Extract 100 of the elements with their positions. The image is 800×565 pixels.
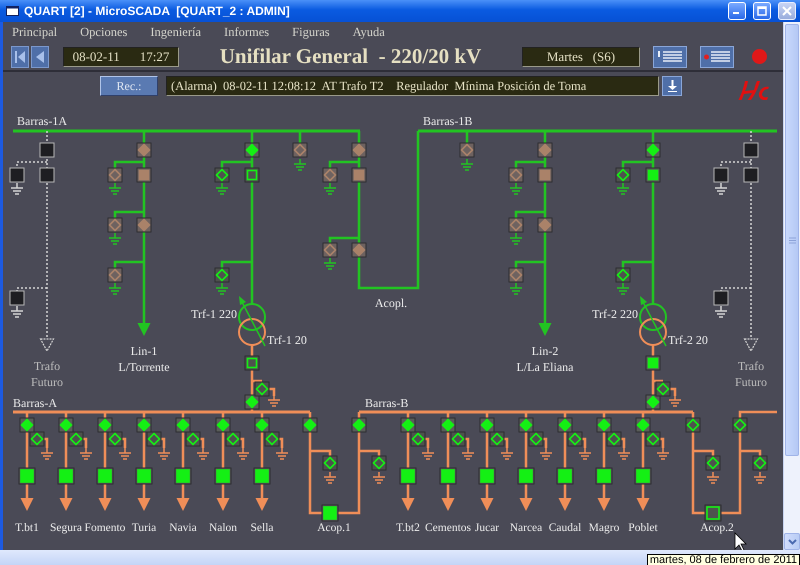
disconnector-icon[interactable] [352, 142, 366, 158]
disconnector-icon[interactable] [352, 242, 366, 258]
disconnector-icon[interactable] [538, 142, 552, 158]
disconnector-icon[interactable] [646, 432, 660, 446]
disconnector-icon[interactable] [136, 142, 152, 158]
breaker-icon[interactable] [744, 168, 758, 182]
disconnector-icon[interactable] [186, 432, 200, 446]
disconnector-icon[interactable] [214, 168, 230, 182]
disconnector-icon[interactable] [606, 432, 622, 446]
disconnector-icon[interactable] [508, 268, 524, 282]
breaker-icon[interactable] [58, 468, 74, 484]
breaker-icon[interactable] [538, 168, 552, 182]
disconnector-icon[interactable] [10, 290, 24, 306]
record-button[interactable]: Rec.: [100, 76, 158, 96]
disconnector-icon[interactable] [108, 268, 122, 282]
disconnector-icon[interactable] [656, 382, 670, 396]
maximize-button[interactable] [753, 2, 771, 20]
disconnector-icon[interactable] [372, 456, 386, 470]
disconnector-icon[interactable] [40, 142, 54, 158]
disconnector-icon[interactable] [136, 418, 152, 432]
breaker-icon[interactable] [174, 468, 192, 484]
disconnector-icon[interactable] [322, 242, 338, 258]
disconnector-icon[interactable] [558, 418, 572, 432]
disconnector-icon[interactable] [216, 418, 230, 432]
disconnector-icon[interactable] [322, 168, 338, 182]
breaker-icon[interactable] [136, 468, 152, 484]
dropdown-button[interactable] [662, 76, 682, 96]
disconnector-icon[interactable] [30, 432, 44, 446]
breaker-icon[interactable] [596, 468, 612, 484]
disconnector-icon[interactable] [108, 218, 122, 232]
disconnector-icon[interactable] [322, 456, 338, 470]
disconnector-icon[interactable] [646, 394, 660, 410]
disconnector-icon[interactable] [744, 142, 758, 158]
disconnector-icon[interactable] [528, 432, 544, 446]
breaker-icon[interactable] [214, 468, 232, 484]
breaker-icon[interactable] [40, 168, 54, 182]
breaker-icon[interactable] [244, 356, 260, 370]
disconnector-icon[interactable] [596, 418, 612, 432]
menu-item[interactable]: Ayuda [352, 25, 385, 40]
first-page-button[interactable] [11, 46, 29, 68]
disconnector-icon[interactable] [752, 456, 768, 470]
transformer-icon[interactable] [238, 303, 266, 346]
alarm-list-button[interactable] [700, 46, 734, 68]
disconnector-icon[interactable] [490, 432, 504, 446]
previous-button[interactable] [31, 46, 49, 68]
breaker-icon[interactable] [244, 168, 260, 182]
disconnector-icon[interactable] [108, 432, 122, 446]
breaker-icon[interactable] [478, 468, 496, 484]
disconnector-icon[interactable] [706, 456, 720, 470]
disconnector-icon[interactable] [68, 432, 84, 446]
disconnector-icon[interactable] [176, 418, 190, 432]
breaker-icon[interactable] [556, 468, 574, 484]
breaker-icon[interactable] [646, 168, 660, 182]
disconnector-icon[interactable] [302, 418, 318, 432]
scroll-down-button[interactable] [784, 533, 800, 550]
disconnector-icon[interactable] [636, 418, 650, 432]
disconnector-icon[interactable] [686, 418, 700, 432]
minimize-button[interactable] [728, 2, 746, 20]
list-button[interactable] [653, 46, 687, 68]
menu-item[interactable]: Informes [224, 25, 270, 40]
disconnector-icon[interactable] [410, 432, 426, 446]
close-button[interactable] [778, 2, 796, 20]
disconnector-icon[interactable] [214, 268, 230, 282]
breaker-icon[interactable] [18, 468, 36, 484]
menu-item[interactable]: Principal [12, 25, 58, 40]
breaker-icon[interactable] [518, 468, 534, 484]
disconnector-icon[interactable] [20, 418, 34, 432]
disconnector-icon[interactable] [264, 432, 280, 446]
disconnector-icon[interactable] [732, 418, 748, 432]
breaker-icon[interactable] [254, 468, 270, 484]
menu-item[interactable]: Ingeniería [150, 25, 202, 40]
disconnector-icon[interactable] [400, 418, 416, 432]
breaker-icon[interactable] [704, 504, 722, 522]
disconnector-icon[interactable] [616, 268, 630, 282]
disconnector-icon[interactable] [244, 394, 260, 410]
disconnector-icon[interactable] [10, 168, 24, 182]
disconnector-icon[interactable] [440, 418, 456, 432]
disconnector-icon[interactable] [616, 168, 630, 182]
disconnector-icon[interactable] [146, 432, 162, 446]
breaker-icon[interactable] [400, 468, 416, 484]
disconnector-icon[interactable] [518, 418, 534, 432]
disconnector-icon[interactable] [480, 418, 494, 432]
disconnector-icon[interactable] [108, 168, 122, 182]
transformer-icon[interactable] [639, 303, 667, 346]
disconnector-icon[interactable] [714, 168, 728, 182]
disconnector-icon[interactable] [460, 142, 474, 158]
disconnector-icon[interactable] [98, 418, 112, 432]
disconnector-icon[interactable] [568, 432, 582, 446]
menu-item[interactable]: Opciones [80, 25, 128, 40]
menu-item[interactable]: Figuras [292, 25, 330, 40]
disconnector-icon[interactable] [254, 382, 270, 396]
breaker-icon[interactable] [646, 356, 660, 370]
disconnector-icon[interactable] [352, 418, 366, 432]
scrollbar-thumb[interactable] [785, 24, 799, 456]
disconnector-icon[interactable] [136, 218, 152, 232]
breaker-icon[interactable] [322, 504, 338, 522]
breaker-icon[interactable] [96, 468, 114, 484]
breaker-icon[interactable] [440, 468, 456, 484]
disconnector-icon[interactable] [254, 418, 270, 432]
breaker-icon[interactable] [634, 468, 652, 484]
